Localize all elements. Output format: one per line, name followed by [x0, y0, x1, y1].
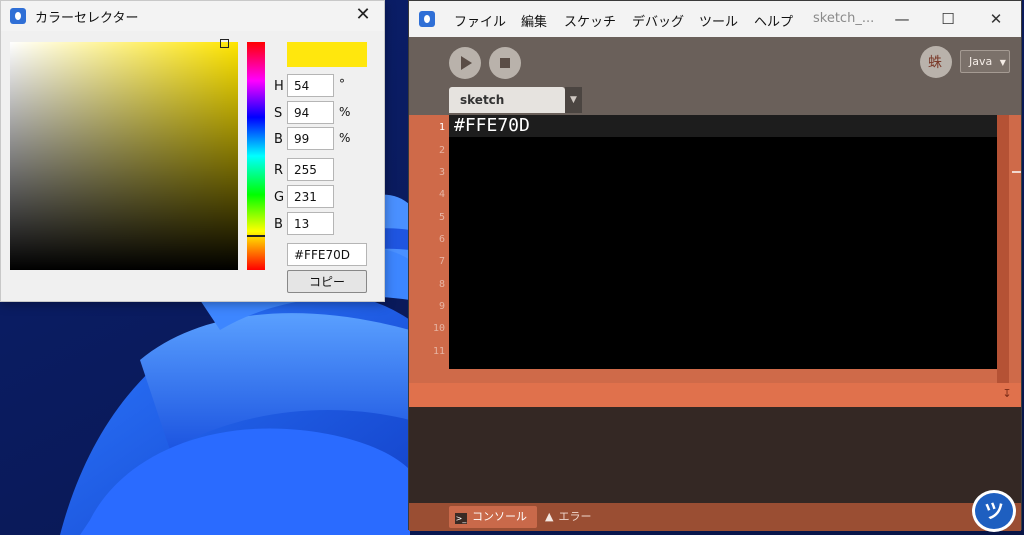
menu-help[interactable]: ヘルプ	[754, 11, 793, 30]
hex-code-input[interactable]	[287, 243, 367, 266]
color-preview-swatch	[287, 42, 367, 67]
mode-selector[interactable]: Java ▼	[960, 50, 1010, 73]
menu-sketch[interactable]: スケッチ	[564, 11, 616, 30]
processing-app-icon	[419, 11, 435, 27]
saturation-brightness-picker[interactable]	[10, 42, 238, 270]
color-selector-title: カラーセレクター	[35, 11, 139, 26]
saturation-input[interactable]	[287, 101, 334, 124]
scrollbar-thumb[interactable]	[1012, 171, 1021, 173]
green-label: G	[274, 190, 285, 205]
mode-label: Java	[969, 55, 993, 68]
brightness-unit: %	[339, 131, 351, 145]
error-tab-label: エラー	[558, 510, 592, 523]
menu-edit[interactable]: 編集	[521, 11, 547, 30]
console-divider[interactable]	[409, 383, 1021, 407]
debug-button[interactable]: 蛛	[920, 46, 952, 78]
tab-console[interactable]: >_ コンソール	[449, 506, 537, 528]
copy-button[interactable]: コピー	[287, 270, 367, 293]
red-label: R	[274, 163, 284, 178]
saturation-label: S	[274, 106, 283, 121]
line-number: 4	[438, 189, 445, 200]
run-button[interactable]	[449, 47, 481, 79]
line-number-gutter: 1 2 3 4 5 6 7 8 9 10 11	[409, 115, 449, 383]
code-text-area[interactable]: #FFE70D	[449, 115, 997, 369]
processing-app-icon	[10, 8, 26, 24]
close-icon[interactable]: ✕	[986, 9, 1006, 29]
line-number: 11	[432, 346, 445, 357]
line-number: 6	[438, 234, 445, 245]
ide-titlebar[interactable]: ファイル 編集 スケッチ デバッグ ツール ヘルプ sketch_... — ☐…	[409, 1, 1021, 37]
blue-input[interactable]	[287, 212, 334, 235]
hue-input[interactable]	[287, 74, 334, 97]
current-line-highlight	[449, 115, 997, 137]
console-tab-label: コンソール	[472, 510, 527, 523]
warning-icon: ▲	[545, 510, 554, 523]
line-number: 5	[438, 212, 445, 223]
maximize-icon[interactable]: ☐	[938, 9, 958, 29]
menu-debug[interactable]: デバッグ	[632, 11, 684, 30]
window-filename: sketch_...	[813, 11, 875, 26]
console-icon: >_	[455, 513, 467, 524]
menu-file[interactable]: ファイル	[454, 11, 506, 30]
line-number: 7	[438, 256, 445, 267]
line-number: 2	[438, 145, 445, 156]
close-icon[interactable]: ✕	[352, 5, 374, 27]
line-number: 9	[438, 301, 445, 312]
stop-button[interactable]	[489, 47, 521, 79]
menu-tools[interactable]: ツール	[699, 11, 738, 30]
vertical-scrollbar[interactable]	[997, 115, 1009, 383]
color-picker-marker[interactable]	[220, 39, 229, 48]
tab-errors[interactable]: ▲ エラー	[545, 506, 591, 528]
console-tab-bar: >_ コンソール ▲ エラー	[409, 503, 1021, 531]
processing-ide-window: ファイル 編集 スケッチ デバッグ ツール ヘルプ sketch_... — ☐…	[408, 0, 1022, 531]
collapse-console-icon[interactable]: ↧	[1000, 387, 1014, 401]
blue-label: B	[274, 217, 283, 232]
line-number: 8	[438, 279, 445, 290]
tab-menu-chevron-icon[interactable]: ▼	[565, 87, 582, 113]
brightness-label: B	[274, 132, 283, 147]
hue-label: H	[274, 79, 284, 94]
red-input[interactable]	[287, 158, 334, 181]
console-output	[409, 407, 1021, 503]
saturation-unit: %	[339, 105, 351, 119]
brightness-input[interactable]	[287, 127, 334, 150]
hue-unit: °	[339, 77, 345, 91]
tab-sketch[interactable]: sketch 240604a	[449, 87, 565, 133]
green-input[interactable]	[287, 185, 334, 208]
color-selector-window: カラーセレクター ✕ H ° S % B % R G B コピー	[0, 0, 385, 302]
bug-icon: 蛛	[928, 55, 942, 71]
chevron-down-icon: ▼	[999, 58, 1006, 67]
site-logo: ツ	[972, 490, 1016, 532]
line-number: 10	[432, 323, 445, 334]
code-editor: 1 2 3 4 5 6 7 8 9 10 11 #FFE70D	[409, 115, 1021, 383]
code-line[interactable]: #FFE70D	[454, 115, 530, 137]
hue-slider-marker[interactable]	[247, 235, 265, 237]
minimize-icon[interactable]: —	[892, 9, 912, 29]
color-selector-titlebar[interactable]: カラーセレクター ✕	[1, 1, 384, 31]
line-number: 1	[438, 122, 445, 133]
line-number: 3	[438, 167, 445, 178]
